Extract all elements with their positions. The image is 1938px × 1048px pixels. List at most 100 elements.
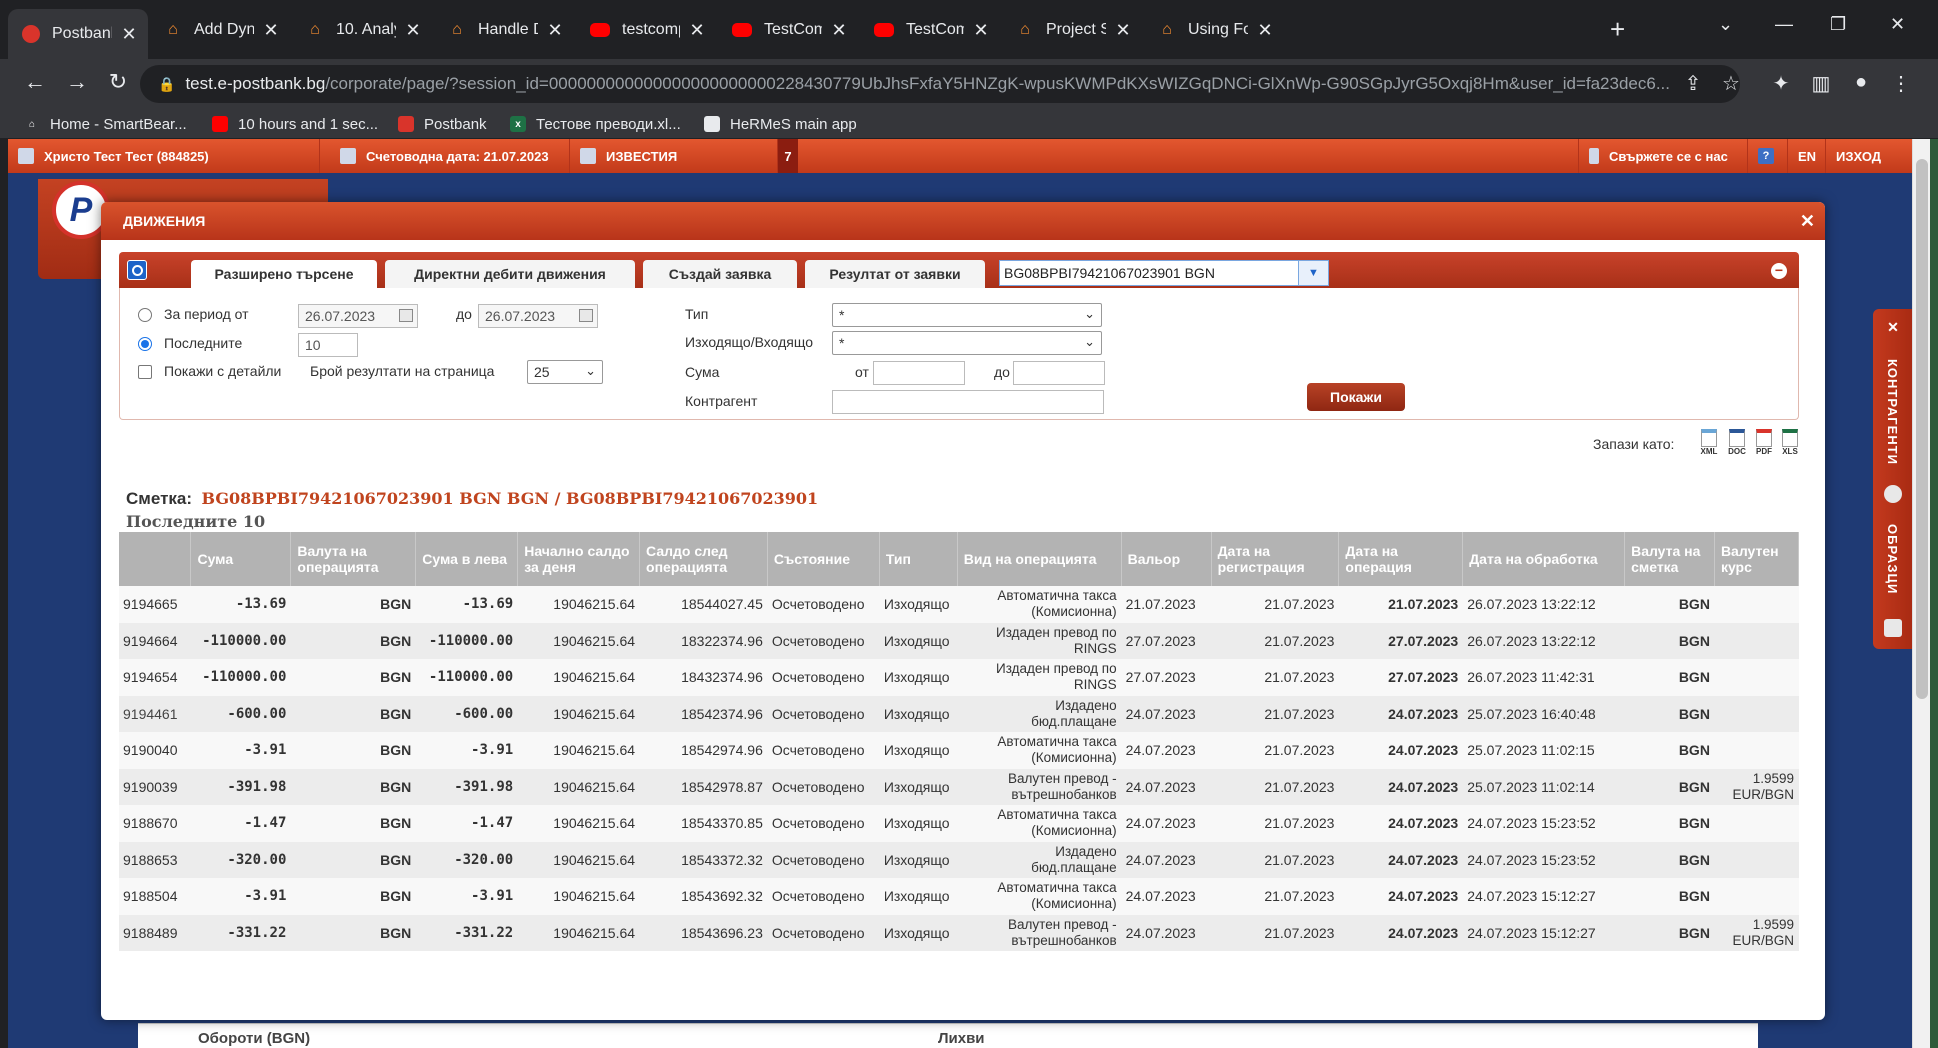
browser-tab[interactable]: ⌂ Using Folders ✕ [1144,10,1284,50]
tab-advanced-search[interactable]: Разширено търсене [191,260,377,288]
menu-icon[interactable]: ⋮ [1888,71,1914,96]
tab-create-request[interactable]: Създай заявка [643,260,797,288]
table-row[interactable]: 9188489 -331.22 BGN -331.22 19046215.64 18543… [119,914,1799,951]
page-scrollbar[interactable] [1912,139,1930,1048]
tab-search-icon[interactable]: ⌄ [1718,14,1733,35]
close-tab-icon[interactable]: ✕ [262,20,280,41]
minimize-icon[interactable]: — [1775,14,1793,35]
browser-tab[interactable]: TestComplete ✕ [718,10,858,50]
tab-request-results[interactable]: Резултат от заявки [805,260,985,288]
save-xml-icon[interactable]: XML [1698,429,1720,459]
transaction-id[interactable]: 9188670 [119,805,191,842]
show-details-checkbox[interactable] [138,365,152,379]
per-page-select[interactable]: 25 ⌄ [527,360,603,384]
transaction-id[interactable]: 9188489 [119,914,191,951]
restore-icon[interactable]: ❐ [1830,14,1846,35]
close-panel-icon[interactable]: ✕ [1884,319,1902,337]
table-row[interactable]: 9190040 -3.91 BGN -3.91 19046215.64 18542974.… [119,732,1799,769]
bookmark-item[interactable]: x Тестове преводи.xl... [510,112,681,136]
amount-from-field[interactable] [873,361,965,385]
column-header[interactable]: Дата на регистрация [1211,532,1340,586]
forward-icon[interactable]: → [62,69,92,95]
address-bar[interactable]: 🔒 test.e-postbank.bg /corporate/page/?se… [140,65,1740,103]
save-doc-icon[interactable]: DOC [1726,429,1748,459]
date-to-field[interactable]: 26.07.2023 [478,304,598,328]
turnover-widget-title[interactable]: Обороти (BGN) [198,1030,310,1047]
chevron-down-icon[interactable]: ▼ [1298,261,1328,285]
column-header[interactable]: Начално салдо за деня [517,532,641,586]
close-tab-icon[interactable]: ✕ [688,20,706,41]
close-tab-icon[interactable]: ✕ [120,24,138,45]
contact-link[interactable]: Свържете се с нас [1578,139,1748,173]
contacts-tab[interactable]: КОНТРАГЕНТИ [1885,359,1900,465]
table-row[interactable]: 9188504 -3.91 BGN -3.91 19046215.64 18543692.… [119,878,1799,915]
column-header[interactable]: Валутен курс [1714,532,1800,586]
browser-tab[interactable]: ⌂ Project Suites ✕ [1002,10,1142,50]
close-tab-icon[interactable]: ✕ [404,20,422,41]
close-tab-icon[interactable]: ✕ [1256,20,1274,41]
close-tab-icon[interactable]: ✕ [830,20,848,41]
back-icon[interactable]: ← [20,69,50,95]
share-icon[interactable]: ⇪ [1680,71,1706,96]
amount-to-field[interactable] [1013,361,1105,385]
transaction-id[interactable]: 9194654 [119,659,191,696]
column-header[interactable]: Валута на сметка [1624,532,1715,586]
transaction-id[interactable]: 9190040 [119,732,191,769]
new-tab-button[interactable]: + [1610,14,1625,45]
reload-icon[interactable]: ↻ [103,69,133,95]
transaction-id[interactable]: 9194664 [119,622,191,659]
bookmark-item[interactable]: ⌂ Home - SmartBear... [24,112,187,136]
table-row[interactable]: 9194665 -13.69 BGN -13.69 19046215.64 1854402… [119,586,1799,623]
browser-tab[interactable]: ⌂ Add Dynamic ✕ [150,10,290,50]
column-header[interactable] [119,532,192,586]
save-xls-icon[interactable]: XLS [1779,429,1801,459]
last-n-radio[interactable] [138,337,152,351]
browser-tab[interactable]: ⌂ Handle Dynan ✕ [434,10,574,50]
scrollbar-thumb[interactable] [1916,159,1928,699]
tab-direct-debits[interactable]: Директни дебити движения [385,260,635,288]
direction-select[interactable]: * ⌄ [832,331,1102,355]
close-tab-icon[interactable]: ✕ [546,20,564,41]
user-info[interactable]: Христо Тест Тест (884825) [8,139,320,173]
column-header[interactable]: Вид на операцията [957,532,1122,586]
bookmark-star-icon[interactable]: ☆ [1718,71,1744,96]
templates-tab[interactable]: ОБРАЗЦИ [1885,524,1900,594]
type-select[interactable]: * ⌄ [832,303,1102,327]
search-icon[interactable] [127,260,147,280]
table-row[interactable]: 9194654 -110000.00 BGN -110000.00 19046215.6… [119,659,1799,696]
logout-button[interactable]: ИЗХОД [1826,139,1912,173]
transaction-id[interactable]: 9188653 [119,841,191,878]
column-header[interactable]: Сума [190,532,292,586]
table-row[interactable]: 9194664 -110000.00 BGN -110000.00 19046215.6… [119,622,1799,659]
table-row[interactable]: 9194461 -600.00 BGN -600.00 19046215.64 18542… [119,695,1799,732]
collapse-icon[interactable]: − [1771,263,1787,279]
sidepanel-icon[interactable]: ▥ [1808,71,1834,96]
column-header[interactable]: Дата на обработка [1462,532,1626,586]
help-button[interactable]: ? [1748,139,1788,173]
table-row[interactable]: 9188653 -320.00 BGN -320.00 19046215.64 18543… [119,841,1799,878]
bookmark-item[interactable]: Postbank [398,112,487,136]
save-pdf-icon[interactable]: PDF [1753,429,1775,459]
period-radio[interactable] [138,308,152,322]
close-window-icon[interactable]: ✕ [1890,14,1905,35]
column-header[interactable]: Сума в лева [415,532,519,586]
interest-widget-title[interactable]: Лихви [938,1030,985,1047]
browser-tab[interactable]: testcomplete ✕ [576,10,716,50]
account-select[interactable]: BG08BPBI79421067023901 BGN ▼ [999,260,1329,286]
news-link[interactable]: ИЗВЕСТИЯ [570,139,778,173]
language-button[interactable]: EN [1788,139,1826,173]
column-header[interactable]: Състояние [767,532,880,586]
browser-tab[interactable]: ⌂ 10. Analyze Te ✕ [292,10,432,50]
table-row[interactable]: 9190039 -391.98 BGN -391.98 19046215.64 18542… [119,768,1799,805]
column-header[interactable]: Вальор [1121,532,1212,586]
last-n-field[interactable]: 10 [298,333,358,357]
table-row[interactable]: 9188670 -1.47 BGN -1.47 19046215.64 18543370.… [119,805,1799,842]
close-dialog-icon[interactable]: ✕ [1800,211,1815,232]
transaction-id[interactable]: 9190039 [119,768,191,805]
transaction-id[interactable]: 9188504 [119,878,191,915]
bookmark-item[interactable]: 10 hours and 1 sec... [212,112,378,136]
column-header[interactable]: Салдо след операцията [639,532,768,586]
date-from-field[interactable]: 26.07.2023 [298,304,418,328]
calendar-icon[interactable] [399,309,413,322]
close-tab-icon[interactable]: ✕ [972,20,990,41]
